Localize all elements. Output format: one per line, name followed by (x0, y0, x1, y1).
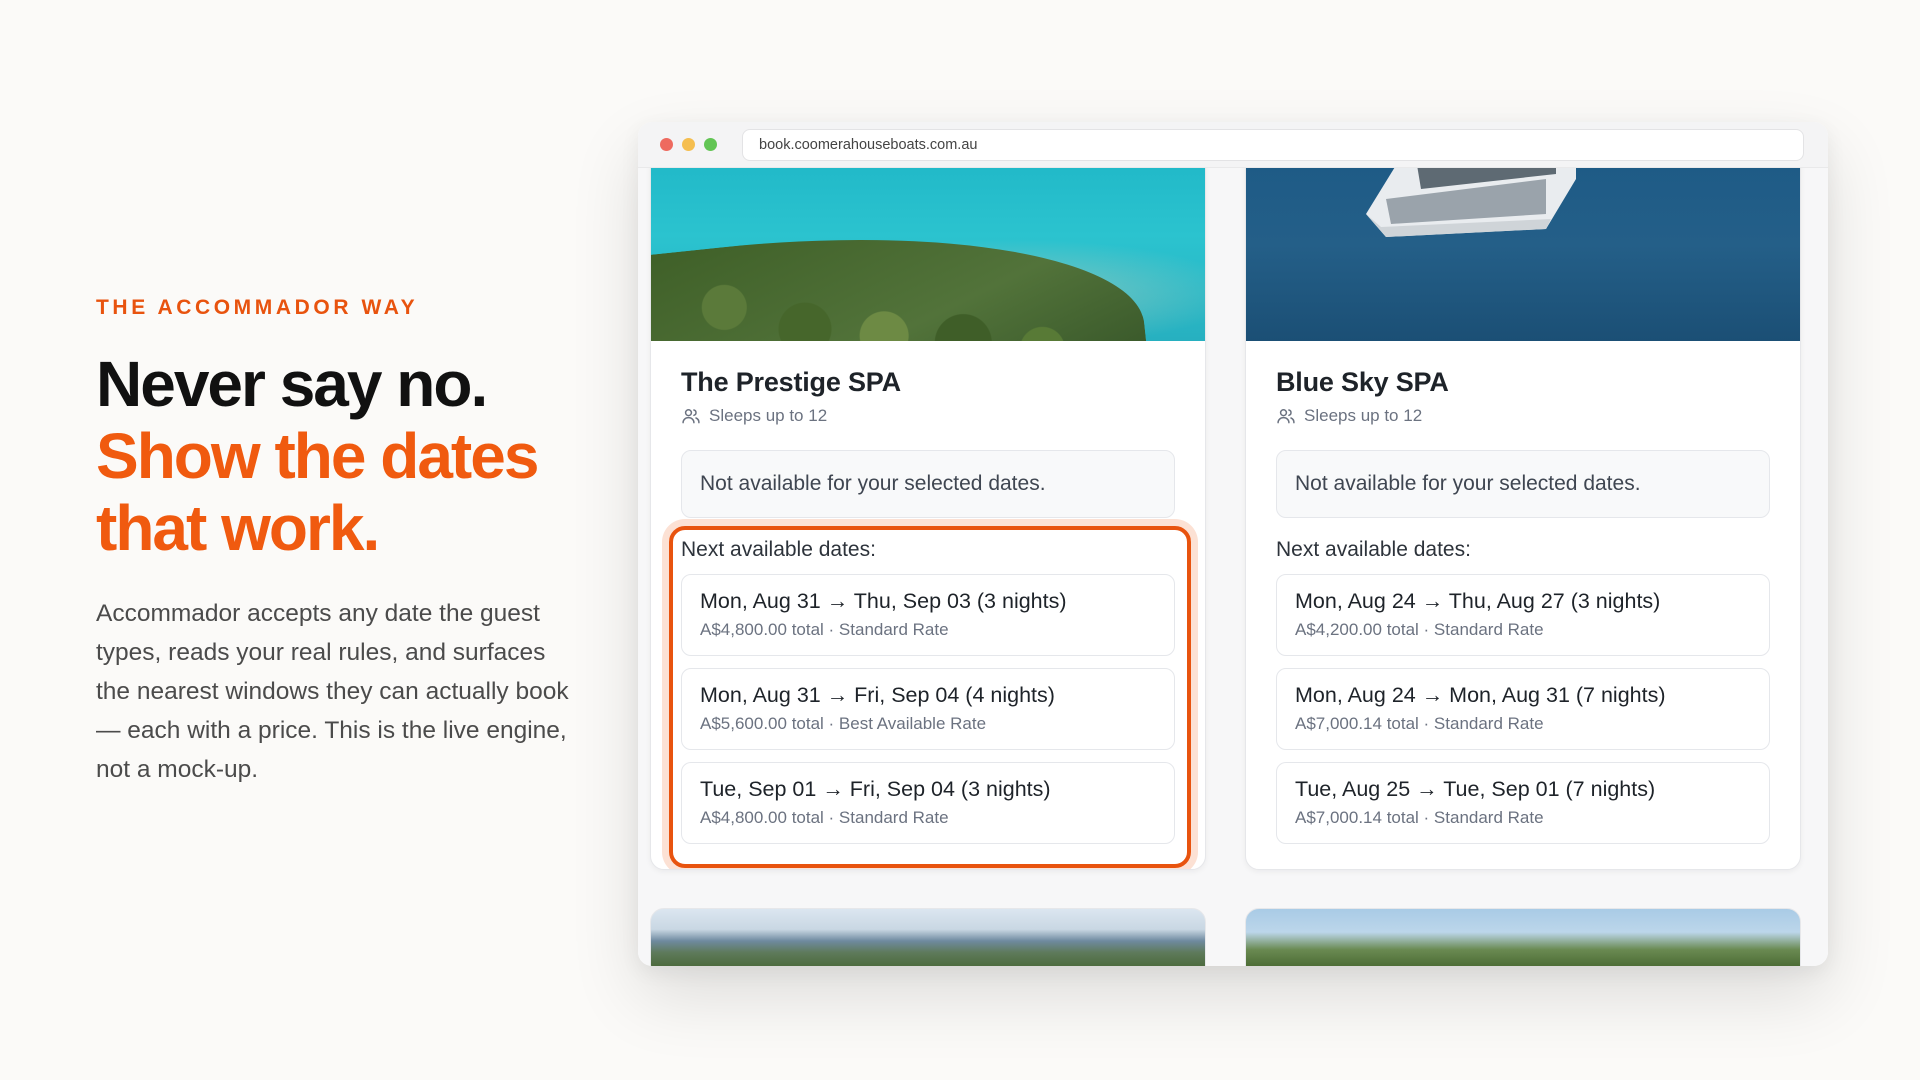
next-available-section: Next available dates: Mon, Aug 24 → Thu,… (1276, 538, 1770, 844)
eyebrow: THE ACCOMMADOR WAY (96, 296, 419, 319)
trees-image (651, 204, 1148, 341)
capacity-label: Sleeps up to 12 (1304, 406, 1423, 425)
houseboat-card-partial (650, 908, 1206, 966)
price-rate: A$4,800.00 total · Standard Rate (700, 808, 949, 827)
browser-toolbar: book.coomerahouseboats.com.au (638, 122, 1828, 168)
date-range: Mon, Aug 24 → Mon, Aug 31 (7 nights) (1295, 683, 1666, 707)
card-title: Blue Sky SPA (1276, 367, 1449, 397)
date-range: Mon, Aug 24 → Thu, Aug 27 (3 nights) (1295, 589, 1661, 613)
houseboat-photo (651, 168, 1205, 341)
price-rate: A$4,800.00 total · Standard Rate (700, 620, 949, 639)
capacity: Sleeps up to 12 (681, 406, 1175, 426)
houseboat-card: Blue Sky SPA Sleeps up to 12 Not availab… (1245, 168, 1801, 870)
unavailable-notice: Not available for your selected dates. (1276, 450, 1770, 518)
price-rate: A$5,600.00 total · Best Available Rate (700, 714, 987, 733)
maximize-window-dot[interactable] (704, 138, 717, 151)
price-rate: A$7,000.14 total · Standard Rate (1295, 714, 1544, 733)
date-option[interactable]: Mon, Aug 24 → Thu, Aug 27 (3 nights) A$4… (1276, 574, 1770, 656)
date-range: Mon, Aug 31 → Fri, Sep 04 (4 nights) (700, 683, 1055, 707)
card-title: The Prestige SPA (681, 367, 901, 397)
unavailable-notice: Not available for your selected dates. (681, 450, 1175, 518)
houseboat-card-partial (1245, 908, 1801, 966)
price-rate: A$7,000.14 total · Standard Rate (1295, 808, 1544, 827)
date-option[interactable]: Tue, Sep 01 → Fri, Sep 04 (3 nights) A$4… (681, 762, 1175, 844)
date-range: Mon, Aug 31 → Thu, Sep 03 (3 nights) (700, 589, 1067, 613)
people-icon (1277, 409, 1295, 424)
houseboat-photo (1246, 168, 1800, 341)
next-available-label: Next available dates: (681, 538, 876, 561)
browser-window: book.coomerahouseboats.com.au The Presti… (638, 122, 1828, 966)
close-window-dot[interactable] (660, 138, 673, 151)
page-viewport[interactable]: The Prestige SPA Sleeps up to 12 Not ava… (638, 168, 1828, 966)
headline-line-2: Show the dates (96, 420, 539, 492)
date-option[interactable]: Mon, Aug 31 → Thu, Sep 03 (3 nights) A$4… (681, 574, 1175, 656)
capacity-label: Sleeps up to 12 (709, 406, 828, 425)
houseboat-card: The Prestige SPA Sleeps up to 12 Not ava… (650, 168, 1206, 870)
date-option[interactable]: Tue, Aug 25 → Tue, Sep 01 (7 nights) A$7… (1276, 762, 1770, 844)
date-range: Tue, Sep 01 → Fri, Sep 04 (3 nights) (700, 777, 1051, 801)
marketing-copy: THE ACCOMMADOR WAY Never say no. Show th… (96, 296, 586, 789)
body-copy: Accommador accepts any date the guest ty… (96, 600, 569, 783)
minimize-window-dot[interactable] (682, 138, 695, 151)
price-rate: A$4,200.00 total · Standard Rate (1295, 620, 1544, 639)
people-icon (682, 409, 700, 424)
date-option[interactable]: Mon, Aug 24 → Mon, Aug 31 (7 nights) A$7… (1276, 668, 1770, 750)
next-available-section: Next available dates: Mon, Aug 31 → Thu,… (669, 526, 1191, 868)
headline-line-3: that work. (96, 492, 380, 564)
date-option[interactable]: Mon, Aug 31 → Fri, Sep 04 (4 nights) A$5… (681, 668, 1175, 750)
houseboat-image (1366, 168, 1576, 237)
capacity: Sleeps up to 12 (1276, 406, 1770, 426)
next-available-label: Next available dates: (1276, 538, 1471, 561)
date-range: Tue, Aug 25 → Tue, Sep 01 (7 nights) (1295, 777, 1656, 801)
headline-line-1: Never say no. (96, 348, 488, 420)
address-bar[interactable]: book.coomerahouseboats.com.au (742, 128, 1804, 161)
headline: Never say no. Show the dates that work. (96, 348, 586, 564)
